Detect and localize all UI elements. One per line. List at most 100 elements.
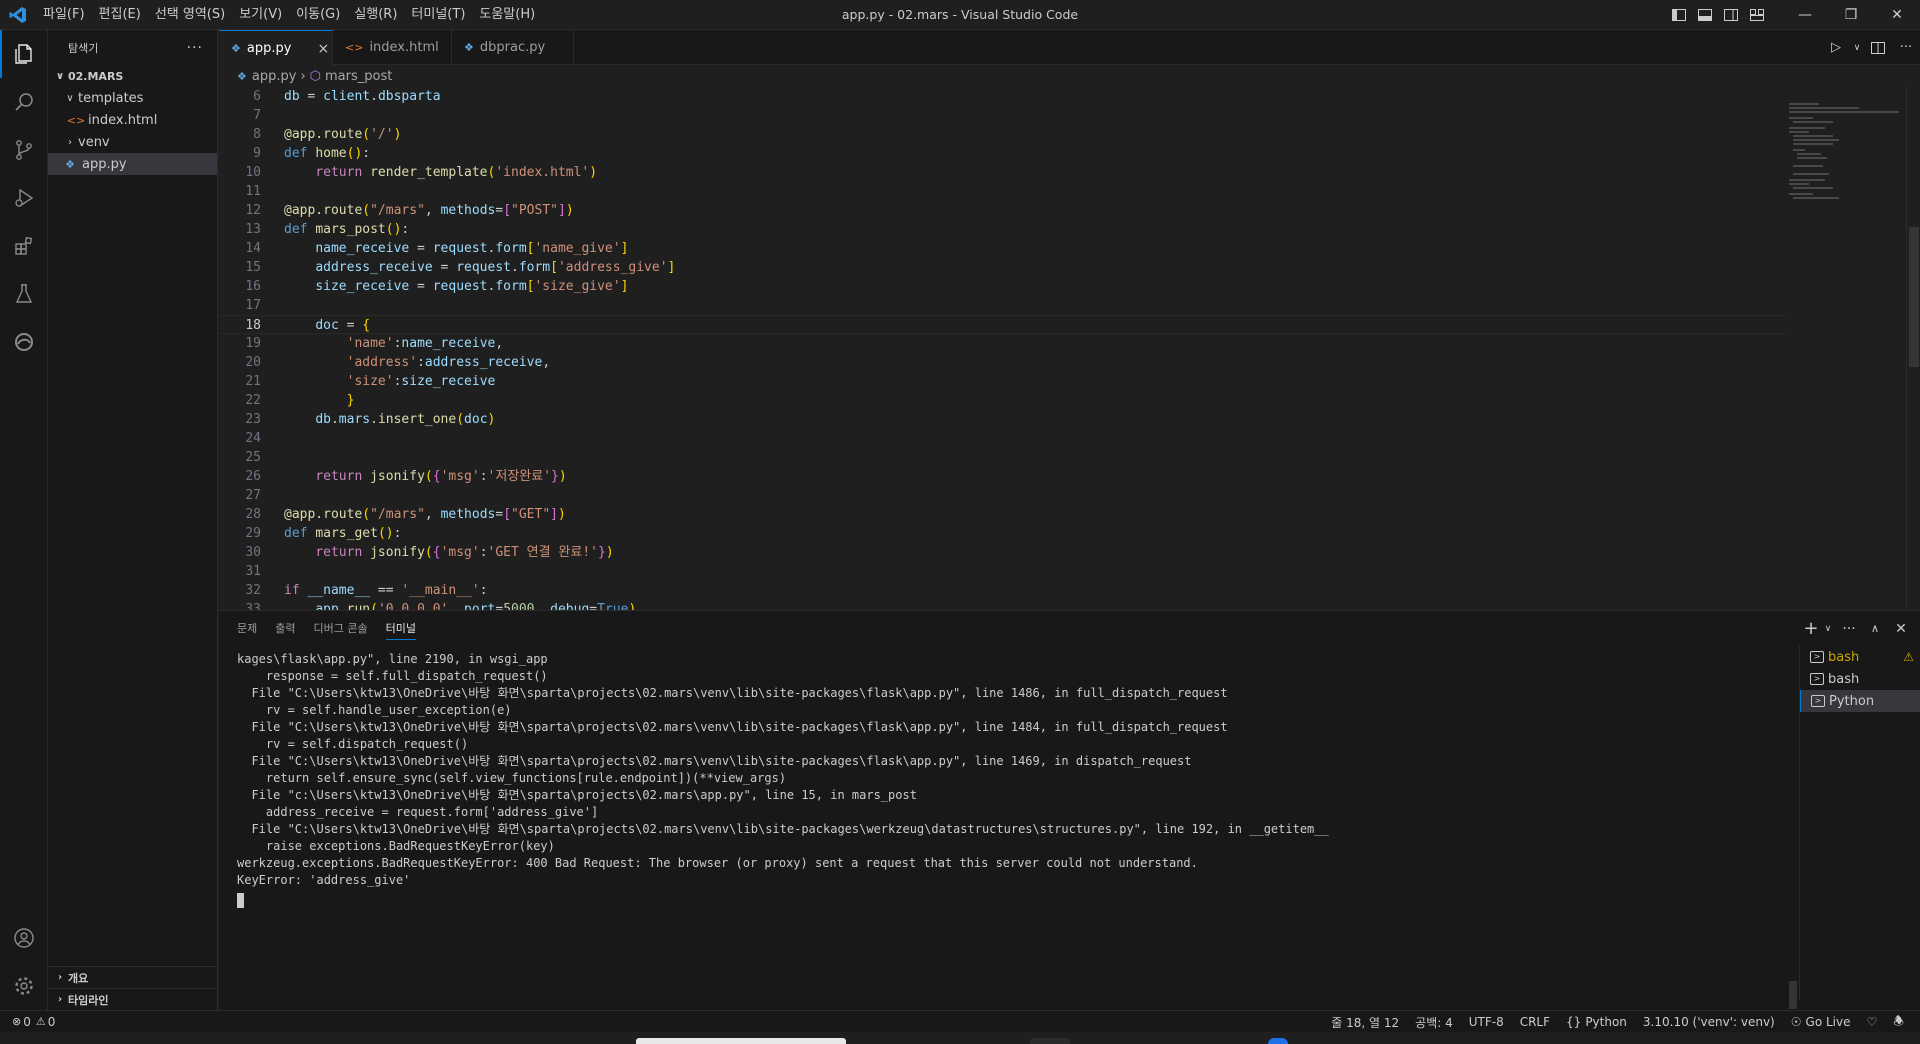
accounts-icon[interactable] — [0, 914, 48, 962]
terminal-item-python[interactable]: > Python — [1800, 690, 1920, 712]
cursor-position[interactable]: 줄 18, 열 12 — [1323, 1014, 1407, 1031]
new-terminal-icon[interactable]: + — [1802, 611, 1820, 646]
go-live-button[interactable]: ☉ Go Live — [1783, 1015, 1859, 1029]
outline-section[interactable]: › 개요 — [48, 966, 218, 988]
close-tab-icon[interactable]: × — [317, 41, 329, 57]
tree-item-label: venv — [78, 134, 110, 150]
tree-item-index-html[interactable]: <> index.html — [48, 109, 217, 131]
code-line: 11 — [219, 182, 1785, 201]
folder-root[interactable]: ∨ 02.MARS — [48, 65, 217, 87]
python-file-icon: ❖ — [65, 157, 75, 171]
breadcrumb-separator-icon: › — [300, 68, 306, 84]
tab-debug-console[interactable]: 디버그 콘솔 — [314, 611, 368, 646]
line-number: 31 — [245, 564, 261, 579]
settings-gear-icon[interactable] — [0, 962, 48, 1010]
menu-go[interactable]: 이동(G) — [289, 0, 347, 30]
tree-item-app-py[interactable]: ❖ app.py — [48, 153, 217, 175]
run-debug-icon[interactable] — [0, 174, 48, 222]
breadcrumb-file[interactable]: app.py — [252, 69, 297, 84]
terminal-line: rv = self.handle_user_exception(e) — [237, 703, 512, 717]
line-number: 30 — [245, 545, 261, 560]
code-text: 'name':name_receive, — [346, 336, 504, 351]
taskbar-edge-icon[interactable] — [1268, 1038, 1288, 1044]
maximize-panel-icon[interactable]: ∧ — [1862, 611, 1888, 646]
line-number: 23 — [245, 412, 261, 427]
code-line: 26 return jsonify({'msg':'저장완료'}) — [219, 467, 1785, 486]
toggle-primary-sidebar-icon[interactable] — [1666, 0, 1692, 30]
tab-dbprac-py[interactable]: ❖ dbprac.py — [452, 30, 574, 65]
split-editor-icon[interactable] — [1864, 30, 1892, 65]
menu-file[interactable]: 파일(F) — [36, 0, 92, 30]
code-line: 14 name_receive = request.form['name_giv… — [219, 239, 1785, 258]
close-window-button[interactable]: ✕ — [1874, 0, 1920, 30]
tab-terminal[interactable]: 터미널 — [385, 611, 417, 646]
timeline-section[interactable]: › 타임라인 — [48, 988, 218, 1010]
explorer-icon[interactable] — [0, 30, 48, 78]
end-of-line[interactable]: CRLF — [1512, 1015, 1558, 1029]
more-actions-icon[interactable]: ··· — [1892, 30, 1920, 65]
tab-output[interactable]: 출력 — [275, 611, 295, 646]
toggle-panel-icon[interactable] — [1692, 0, 1718, 30]
indentation[interactable]: 공백: 4 — [1407, 1014, 1461, 1031]
terminal-item-bash-1[interactable]: > bash ⚠ — [1800, 646, 1920, 668]
menu-run[interactable]: 실행(R) — [347, 0, 404, 30]
accounts-feedback-icon[interactable]: ♡ — [1858, 1015, 1885, 1029]
terminal-scrollbar[interactable] — [1789, 981, 1797, 1009]
chevron-right-icon: › — [68, 136, 72, 148]
search-icon[interactable] — [0, 78, 48, 126]
close-panel-icon[interactable]: ✕ — [1888, 611, 1914, 646]
code-line: 31 — [219, 562, 1785, 581]
edge-devtools-icon[interactable] — [0, 318, 48, 366]
testing-icon[interactable] — [0, 270, 48, 318]
menu-view[interactable]: 보기(V) — [232, 0, 289, 30]
menu-selection[interactable]: 선택 영역(S) — [148, 0, 232, 30]
line-number: 14 — [245, 241, 261, 256]
terminal-item-bash-2[interactable]: > bash — [1800, 668, 1920, 690]
chevron-down-icon[interactable]: ∨ — [1820, 611, 1836, 646]
line-number: 13 — [245, 222, 261, 237]
problems-status[interactable]: ⊗ 0 ⚠ 0 — [0, 1015, 55, 1029]
restore-button[interactable]: ❐ — [1828, 0, 1874, 30]
tree-item-venv[interactable]: › venv — [48, 131, 217, 153]
minimize-button[interactable]: — — [1782, 0, 1828, 30]
line-number: 12 — [245, 203, 261, 218]
code-editor[interactable]: 6 db = client.dbsparta 7 8 @app.route('/')… — [219, 87, 1785, 610]
tree-item-templates[interactable]: ∨ templates — [48, 87, 217, 109]
taskbar-item[interactable] — [1030, 1038, 1070, 1044]
encoding[interactable]: UTF-8 — [1461, 1015, 1512, 1029]
terminal-name: bash — [1828, 649, 1860, 665]
run-python-file-icon[interactable]: ▷ — [1822, 30, 1850, 65]
panel-tabs: 문제 출력 디버그 콘솔 터미널 + ∨ ··· ∧ ✕ — [219, 611, 1920, 646]
tab-app-py[interactable]: ❖ app.py × — [219, 30, 333, 66]
menu-help[interactable]: 도움말(H) — [472, 0, 542, 30]
line-number: 21 — [245, 374, 261, 389]
editor-scrollbar[interactable] — [1906, 87, 1920, 610]
customize-layout-icon[interactable] — [1744, 0, 1770, 30]
menu-terminal[interactable]: 터미널(T) — [404, 0, 472, 30]
bottom-panel: 문제 출력 디버그 콘솔 터미널 + ∨ ··· ∧ ✕ kages\flask… — [219, 610, 1920, 1010]
python-interpreter[interactable]: 3.10.10 ('venv': venv) — [1635, 1015, 1783, 1029]
tab-problems[interactable]: 문제 — [237, 611, 257, 646]
tab-index-html[interactable]: <> index.html — [333, 30, 452, 65]
tab-label: app.py — [246, 41, 292, 56]
scrollbar-thumb[interactable] — [1909, 227, 1919, 367]
menu-edit[interactable]: 편집(E) — [92, 0, 148, 30]
error-count: 0 — [23, 1014, 31, 1029]
more-actions-icon[interactable]: ··· — [187, 40, 203, 56]
chevron-down-icon[interactable]: ∨ — [1850, 30, 1864, 65]
more-actions-icon[interactable]: ··· — [1836, 611, 1862, 646]
language-mode[interactable]: {} Python — [1558, 1015, 1635, 1029]
toggle-secondary-sidebar-icon[interactable] — [1718, 0, 1744, 30]
breadcrumb-symbol[interactable]: mars_post — [325, 69, 392, 84]
code-text: app.run('0.0.0.0', port=5000, debug=True… — [315, 602, 637, 610]
minimap[interactable] — [1785, 87, 1905, 610]
notifications-bell-icon[interactable]: 🕭 — [1885, 1012, 1912, 1033]
line-number: 8 — [253, 127, 261, 142]
chevron-right-icon: › — [57, 994, 63, 1005]
taskbar-search-box[interactable] — [636, 1038, 846, 1044]
line-number: 6 — [253, 89, 261, 104]
source-control-icon[interactable] — [0, 126, 48, 174]
extensions-icon[interactable] — [0, 222, 48, 270]
terminal-output[interactable]: kages\flask\app.py", line 2190, in wsgi_… — [237, 651, 1797, 1001]
